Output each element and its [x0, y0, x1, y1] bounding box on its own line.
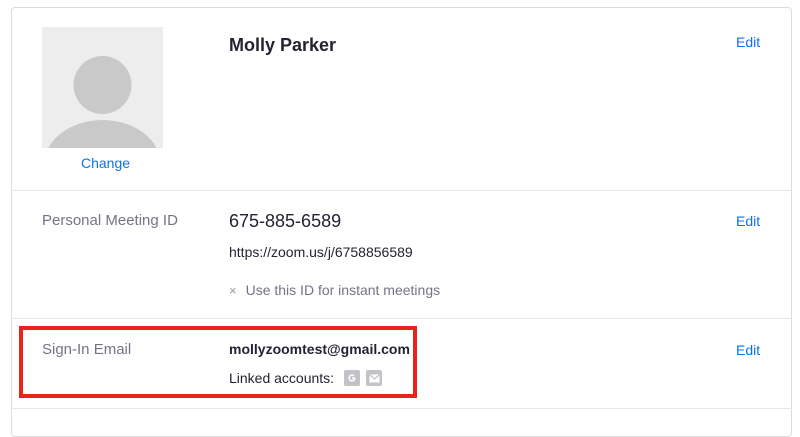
close-icon: × [229, 282, 237, 298]
personal-meeting-url: https://zoom.us/j/6758856589 [229, 244, 413, 260]
change-photo-link[interactable]: Change [81, 155, 130, 171]
instant-meeting-option-label: Use this ID for instant meetings [245, 282, 441, 298]
section-divider [11, 408, 792, 409]
email-icon[interactable] [366, 370, 383, 386]
section-divider [11, 318, 792, 319]
google-glyph [348, 374, 356, 382]
sign-in-email-label: Sign-In Email [42, 341, 132, 358]
linked-accounts-label: Linked accounts: [229, 370, 335, 386]
linked-accounts: Linked accounts: [229, 370, 383, 386]
profile-name: Molly Parker [229, 35, 337, 55]
edit-meeting-id-link[interactable]: Edit [736, 213, 760, 229]
google-icon[interactable] [344, 370, 361, 386]
envelope-glyph [368, 374, 380, 382]
section-divider [11, 190, 792, 191]
sign-in-email-value: mollyzoomtest@gmail.com [229, 341, 410, 357]
edit-profile-link[interactable]: Edit [736, 34, 760, 50]
instant-meeting-option[interactable]: × Use this ID for instant meetings [229, 282, 440, 298]
avatar[interactable] [42, 27, 163, 148]
personal-meeting-id-label: Personal Meeting ID [42, 212, 178, 229]
personal-meeting-id-value: 675-885-6589 [229, 211, 342, 231]
person-silhouette-icon [42, 27, 163, 148]
edit-sign-in-email-link[interactable]: Edit [736, 342, 760, 358]
